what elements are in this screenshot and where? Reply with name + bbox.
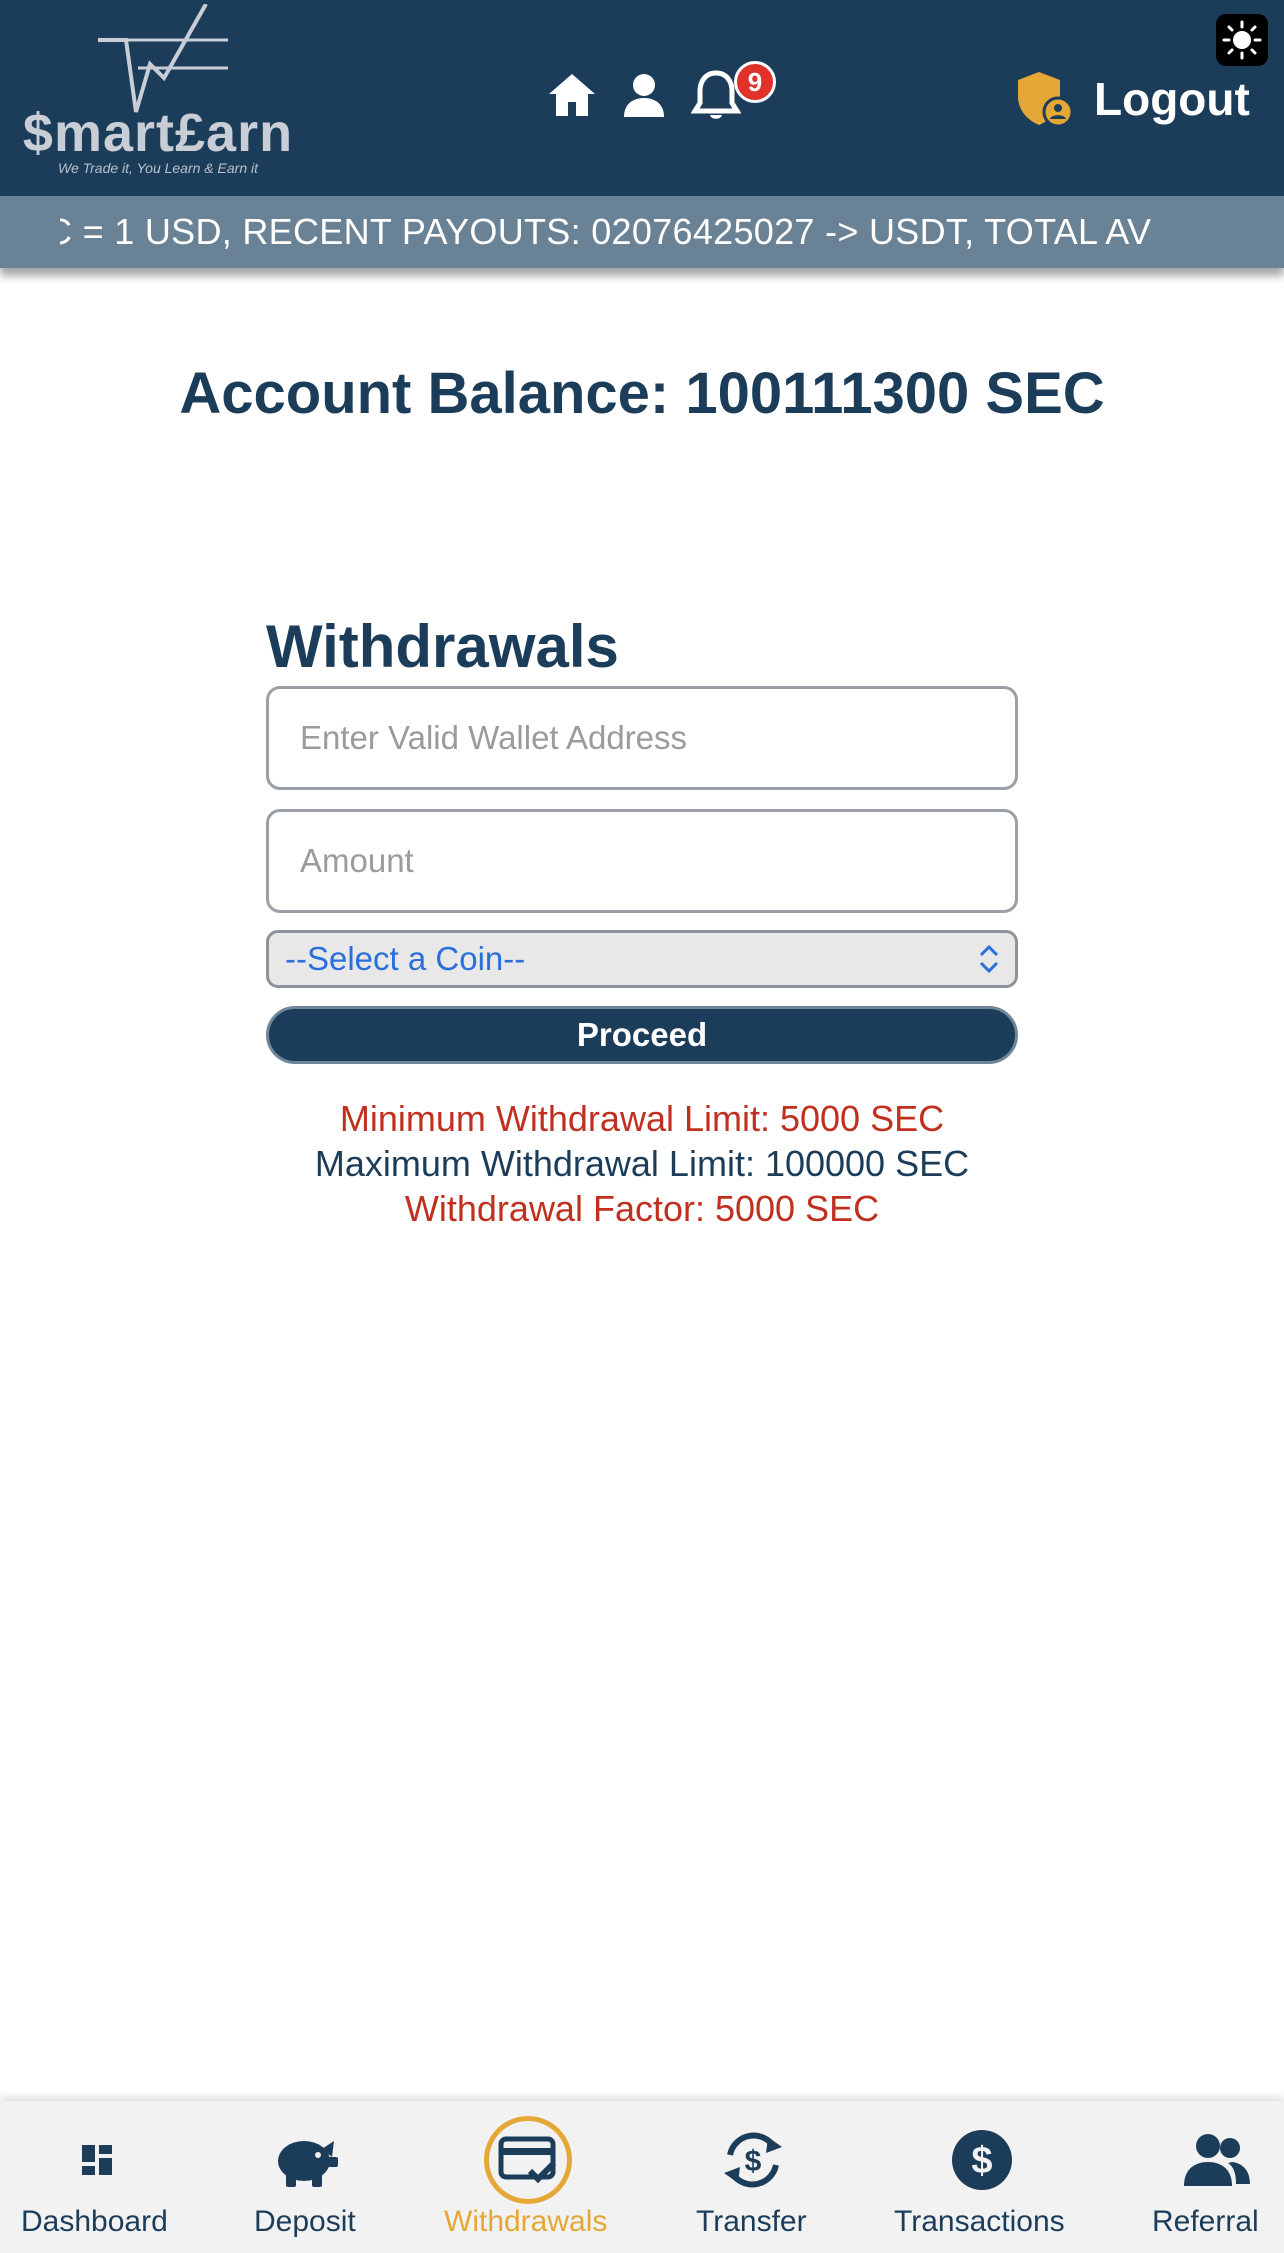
- tab-transactions[interactable]: $ Transactions: [892, 2101, 1072, 2253]
- logout-button[interactable]: Logout: [1014, 64, 1250, 134]
- svg-text:$: $: [971, 2140, 992, 2182]
- minimum-limit-text: Minimum Withdrawal Limit: 5000 SEC: [339, 1098, 945, 1139]
- select-chevrons-icon: [979, 944, 999, 974]
- tab-transfer[interactable]: $ Transfer: [688, 2101, 818, 2253]
- tab-withdrawals[interactable]: Withdrawals: [436, 2101, 620, 2253]
- exchange-dollar-icon: $: [708, 2115, 798, 2205]
- payout-ticker: C = 1 USD, RECENT PAYOUTS: 02076425027 -…: [0, 196, 1284, 268]
- dashboard-icon: [52, 2115, 142, 2205]
- withdrawal-limits: Minimum Withdrawal Limit: 5000 SEC Maxim…: [0, 1096, 1284, 1231]
- ticker-text: C = 1 USD, RECENT PAYOUTS: 02076425027 -…: [60, 211, 1152, 252]
- maximum-limit-text: Maximum Withdrawal Limit: 100000 SEC: [314, 1143, 970, 1184]
- notification-bell-icon[interactable]: 9: [690, 61, 776, 121]
- withdrawal-factor-text: Withdrawal Factor: 5000 SEC: [404, 1188, 880, 1229]
- tab-referral-label: Referral: [1152, 2205, 1259, 2238]
- home-icon[interactable]: [546, 69, 598, 121]
- tab-deposit[interactable]: Deposit: [232, 2101, 382, 2253]
- logo-chart-icon: [98, 4, 228, 113]
- logo-text: $mart£arn: [22, 103, 294, 163]
- tab-dashboard[interactable]: Dashboard: [0, 2101, 194, 2253]
- dollar-circle-icon: $: [937, 2115, 1027, 2205]
- app-header: $mart£arn We Trade it, You Learn & Earn …: [0, 0, 1284, 196]
- account-balance: Account Balance: 100111300 SEC: [179, 361, 1105, 426]
- brand-logo[interactable]: $mart£arn We Trade it, You Learn & Earn …: [18, 4, 298, 176]
- coin-select[interactable]: --Select a Coin--: [266, 930, 1018, 988]
- active-tab-ring: [484, 2116, 572, 2204]
- svg-text:$: $: [745, 2145, 762, 2178]
- tab-transactions-label: Transactions: [894, 2205, 1065, 2238]
- shield-user-icon: [1018, 72, 1072, 128]
- theme-toggle-button[interactable]: [1216, 14, 1268, 66]
- withdrawals-title: Withdrawals: [266, 613, 619, 680]
- tab-dashboard-label: Dashboard: [21, 2205, 168, 2238]
- tab-withdrawals-label: Withdrawals: [444, 2205, 608, 2238]
- sun-icon: [1222, 20, 1262, 60]
- wallet-address-input[interactable]: [266, 686, 1018, 790]
- amount-input[interactable]: [266, 809, 1018, 913]
- card-check-icon: [483, 2115, 573, 2205]
- users-icon: [1172, 2115, 1262, 2205]
- logout-label: Logout: [1094, 73, 1250, 125]
- tab-transfer-label: Transfer: [696, 2205, 807, 2238]
- bottom-navigation: Dashboard Deposit Withdrawals $ Transfer…: [0, 2101, 1284, 2253]
- coin-select-value: --Select a Coin--: [285, 940, 526, 977]
- tab-referral[interactable]: Referral: [1150, 2101, 1284, 2253]
- header-nav-icons: 9: [546, 58, 776, 132]
- tab-deposit-label: Deposit: [254, 2205, 356, 2238]
- ticker-viewport: C = 1 USD, RECENT PAYOUTS: 02076425027 -…: [60, 196, 1224, 268]
- profile-icon[interactable]: [618, 69, 670, 121]
- logo-tagline: We Trade it, You Learn & Earn it: [58, 160, 258, 176]
- piggy-bank-icon: [262, 2115, 352, 2205]
- proceed-button[interactable]: Proceed: [266, 1006, 1018, 1064]
- notification-badge: 9: [734, 61, 776, 103]
